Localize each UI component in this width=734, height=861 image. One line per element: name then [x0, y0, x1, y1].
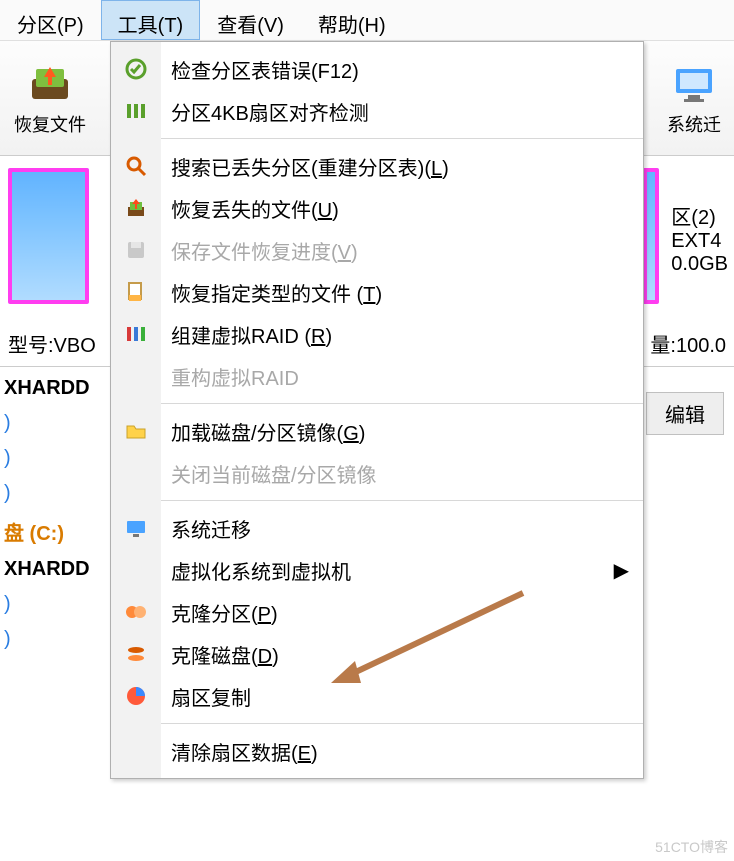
watermark: 51CTO博客 [655, 837, 728, 857]
mi-close-image: 关闭当前磁盘/分区镜像 [111, 452, 643, 494]
mi-recover-lost-label: 恢复丢失的文件(U) [161, 194, 339, 223]
mi-system-migrate-label: 系统迁移 [161, 514, 251, 543]
folder-icon [111, 420, 161, 442]
partition-block-left[interactable] [6, 166, 91, 306]
system-label-right: 系统迁 [667, 111, 721, 137]
mi-clone-partition-label: 克隆分区(P) [161, 598, 278, 627]
submenu-arrow-icon: ▶ [614, 558, 643, 583]
part-name: 区(2) [671, 201, 728, 230]
mi-virtualize[interactable]: 虚拟化系统到虚拟机 ▶ [111, 549, 643, 591]
save-icon [111, 239, 161, 261]
search-icon [111, 155, 161, 177]
partition-block-right[interactable] [641, 166, 661, 306]
recover-icon [111, 197, 161, 219]
mi-clone-partition[interactable]: 克隆分区(P) [111, 591, 643, 633]
menubar: 分区(P) 工具(T) 查看(V) 帮助(H) [0, 0, 734, 41]
recover-files-icon [26, 59, 74, 107]
menu-separator [161, 403, 643, 404]
mi-system-migrate[interactable]: 系统迁移 [111, 507, 643, 549]
disk-model: 型号:VBO [8, 335, 96, 357]
check-icon [111, 58, 161, 80]
sector-copy-icon [111, 685, 161, 707]
recover-files-label: 恢复文件 [14, 111, 86, 137]
mi-load-image-label: 加载磁盘/分区镜像(G) [161, 417, 365, 446]
mi-clone-disk[interactable]: 克隆磁盘(D) [111, 633, 643, 675]
mi-save-progress-label: 保存文件恢复进度(V) [161, 236, 358, 265]
menu-help[interactable]: 帮助(H) [301, 0, 403, 40]
tools-dropdown: 检查分区表错误(F12) 分区4KB扇区对齐检测 搜索已丢失分区(重建分区表)(… [110, 41, 644, 779]
menu-partition[interactable]: 分区(P) [0, 0, 101, 40]
part-size: 0.0GB [671, 253, 728, 276]
file-type-icon [111, 281, 161, 303]
mi-4k-align-label: 分区4KB扇区对齐检测 [161, 97, 369, 126]
menu-separator [161, 723, 643, 724]
mi-clear-sector-label: 清除扇区数据(E) [161, 737, 318, 766]
recover-files-button[interactable]: 恢复文件 [0, 41, 100, 155]
partition-info: 区(2) EXT4 0.0GB [667, 166, 728, 311]
menu-view[interactable]: 查看(V) [200, 0, 301, 40]
system-icon [670, 59, 718, 107]
mi-4k-align[interactable]: 分区4KB扇区对齐检测 [111, 90, 643, 132]
clone-part-icon [111, 601, 161, 623]
mi-recover-lost[interactable]: 恢复丢失的文件(U) [111, 187, 643, 229]
clone-disk-icon [111, 643, 161, 665]
mi-check-partition-label: 检查分区表错误(F12) [161, 55, 359, 84]
menu-separator [161, 138, 643, 139]
monitor-icon [111, 517, 161, 539]
mi-sector-copy[interactable]: 扇区复制 [111, 675, 643, 717]
system-button-right[interactable]: 系统迁 [654, 41, 734, 155]
mi-search-lost-label: 搜索已丢失分区(重建分区表)(L) [161, 152, 449, 181]
align-icon [111, 100, 161, 122]
mi-rebuild-raid: 重构虚拟RAID [111, 355, 643, 397]
mi-clone-disk-label: 克隆磁盘(D) [161, 640, 279, 669]
mi-build-raid[interactable]: 组建虚拟RAID (R) [111, 313, 643, 355]
mi-recover-type[interactable]: 恢复指定类型的文件 (T) [111, 271, 643, 313]
mi-save-progress: 保存文件恢复进度(V) [111, 229, 643, 271]
menu-tools[interactable]: 工具(T) [101, 0, 201, 40]
disk-capacity: 量:100.0 [650, 329, 726, 358]
mi-sector-copy-label: 扇区复制 [161, 682, 251, 711]
mi-check-partition[interactable]: 检查分区表错误(F12) [111, 48, 643, 90]
mi-close-image-label: 关闭当前磁盘/分区镜像 [161, 459, 377, 488]
mi-clear-sector[interactable]: 清除扇区数据(E) [111, 730, 643, 772]
raid-icon [111, 323, 161, 345]
menu-separator [161, 500, 643, 501]
mi-build-raid-label: 组建虚拟RAID (R) [161, 320, 332, 349]
mi-virtualize-label: 虚拟化系统到虚拟机 [161, 556, 351, 585]
mi-search-lost[interactable]: 搜索已丢失分区(重建分区表)(L) [111, 145, 643, 187]
part-fs: EXT4 [671, 230, 728, 253]
mi-recover-type-label: 恢复指定类型的文件 (T) [161, 278, 382, 307]
mi-rebuild-raid-label: 重构虚拟RAID [161, 362, 299, 391]
mi-load-image[interactable]: 加载磁盘/分区镜像(G) [111, 410, 643, 452]
